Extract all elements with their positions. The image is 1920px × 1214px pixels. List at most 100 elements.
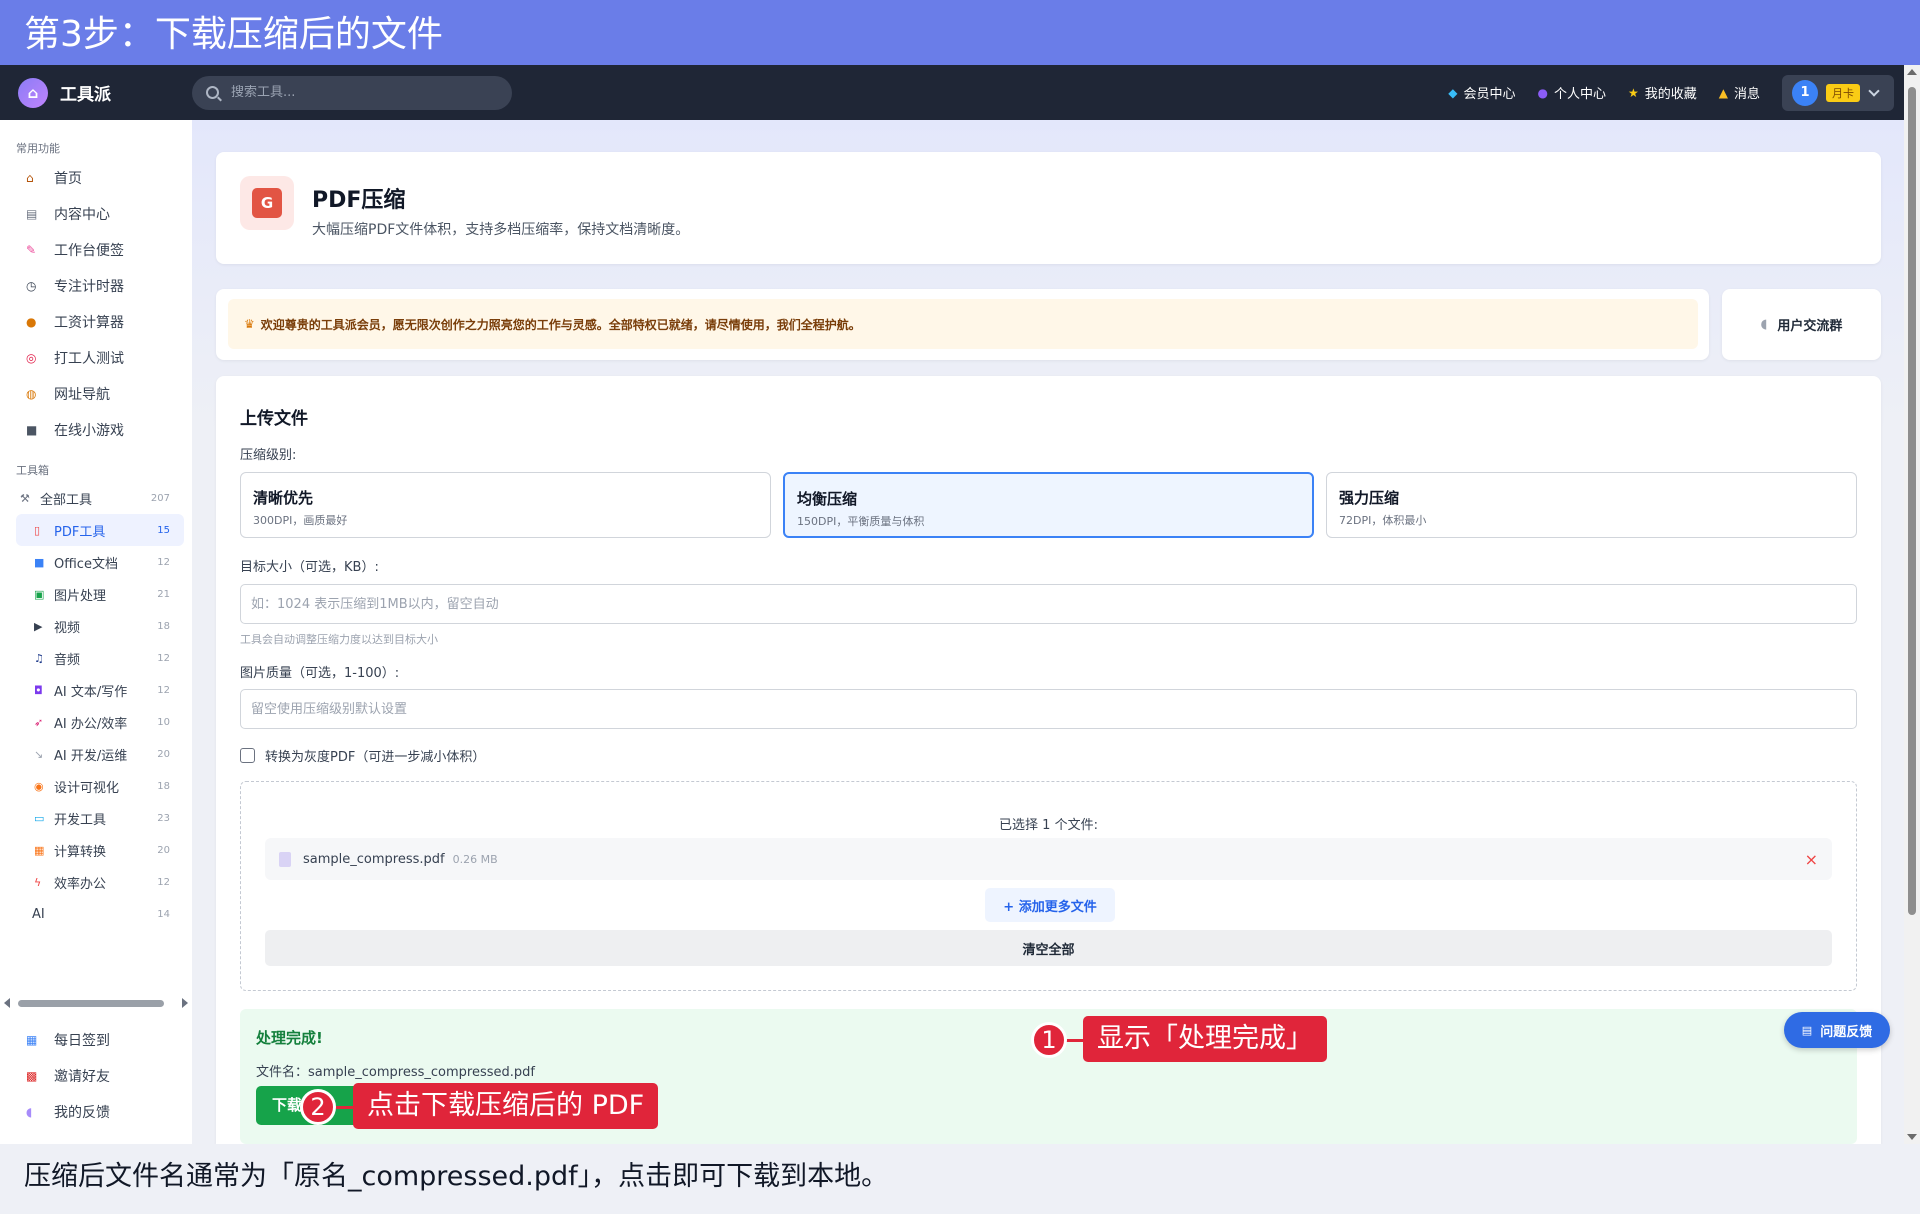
sidebar-tool-image[interactable]: ▣ 图片处理 21 xyxy=(16,578,184,610)
step-title: 第3步：下载压缩后的文件 xyxy=(24,14,443,55)
bell-icon: ▲ xyxy=(1718,85,1728,100)
top-nav: ⌂ 工具派 ◆ 会员中心 ● 个人中心 ★ 我的收藏 ▲ 消息 1 月卡 xyxy=(0,65,1920,120)
user-group-button[interactable]: ◖ 用户交流群 xyxy=(1722,289,1881,360)
sidebar-item-invite[interactable]: ▩ 邀请好友 xyxy=(0,1058,192,1094)
avatar: 1 xyxy=(1792,79,1818,106)
sidebar-item-worker-test[interactable]: ◎ 打工人测试 xyxy=(0,340,192,376)
file-name: sample_compress.pdf xyxy=(303,851,445,867)
scrollbar-thumb[interactable] xyxy=(1908,87,1916,915)
sidebar-tool-video[interactable]: ▶ 视频 18 xyxy=(16,610,184,642)
nav-link-label: 消息 xyxy=(1733,87,1760,102)
palette-icon: ◉ xyxy=(34,779,44,793)
sidebar-tool-count: 12 xyxy=(157,556,170,568)
nav-profile[interactable]: ● 个人中心 xyxy=(1537,83,1606,103)
logo-icon: ⌂ xyxy=(18,77,48,108)
grayscale-option[interactable]: 转换为灰度PDF（可进一步减小体积） xyxy=(240,746,485,765)
level-desc: 72DPI，体积最小 xyxy=(1339,514,1427,527)
rocket-icon: ➶ xyxy=(34,715,44,729)
sidebar-tool-count: 20 xyxy=(157,748,170,760)
sidebar-item-content[interactable]: ▤ 内容中心 xyxy=(0,196,192,232)
sidebar-tool-pdf[interactable]: ▯ PDF工具 15 xyxy=(16,514,184,546)
sidebar-item-label: 每日签到 xyxy=(54,1033,110,1049)
brand[interactable]: ⌂ 工具派 xyxy=(18,77,190,108)
grayscale-checkbox[interactable] xyxy=(240,748,255,763)
callout-label: 显示「处理完成」 xyxy=(1083,1016,1327,1062)
sidebar-tool-label: PDF工具 xyxy=(54,524,106,540)
level-option-balanced[interactable]: 均衡压缩 150DPI，平衡质量与体积 xyxy=(783,472,1314,538)
target-size-input[interactable] xyxy=(240,584,1857,624)
sidebar-tool-dev[interactable]: ▭ 开发工具 23 xyxy=(16,802,184,834)
file-size: 0.26 MB xyxy=(452,852,498,866)
document-icon: ▤ xyxy=(1801,1023,1813,1037)
link-icon: ◍ xyxy=(26,387,37,401)
file-dropzone[interactable]: 已选择 1 个文件: sample_compress.pdf 0.26 MB ×… xyxy=(240,781,1857,991)
sidebar-tool-convert[interactable]: ▦ 计算转换 20 xyxy=(16,834,184,866)
sidebar-tool-label: 开发工具 xyxy=(54,812,107,828)
sidebar-tool-ai-office[interactable]: ➶ AI 办公/效率 10 xyxy=(16,706,184,738)
level-desc: 300DPI，画质最好 xyxy=(253,514,348,527)
level-option-clear[interactable]: 清晰优先 300DPI，画质最好 xyxy=(240,472,771,538)
sidebar-item-salary[interactable]: ● 工资计算器 xyxy=(0,304,192,340)
sidebar-tool-count: 18 xyxy=(157,620,170,632)
sidebar-tool-ai-writing[interactable]: ◘ AI 文本/写作 12 xyxy=(16,674,184,706)
sidebar-tool-ai[interactable]: AI 14 xyxy=(16,898,184,930)
image-icon: ▣ xyxy=(34,587,45,601)
search-input[interactable] xyxy=(231,85,491,100)
nav-link-label: 会员中心 xyxy=(1463,87,1516,102)
nav-messages[interactable]: ▲ 消息 xyxy=(1718,83,1760,103)
sidebar-tool-count: 23 xyxy=(157,812,170,824)
sidebar-item-notes[interactable]: ✎ 工作台便签 xyxy=(0,232,192,268)
sidebar-item-label: 内容中心 xyxy=(54,207,110,223)
sidebar-tool-label: 效率办公 xyxy=(54,876,107,892)
tools-icon: ⚒ xyxy=(20,491,30,505)
sidebar-section-tools: 工具箱 xyxy=(16,464,49,477)
scrollbar-thumb[interactable] xyxy=(18,1000,164,1007)
sidebar-tool-efficiency[interactable]: ϟ 效率办公 12 xyxy=(16,866,184,898)
sidebar-tool-count: 12 xyxy=(157,684,170,696)
sidebar-item-feedback[interactable]: ◖ 我的反馈 xyxy=(0,1094,192,1130)
clear-all-button[interactable]: 清空全部 xyxy=(265,930,1832,966)
welcome-card: ♛ 欢迎尊贵的工具派会员，愿无限次创作之力照亮您的工作与灵感。全部特权已就绪，请… xyxy=(216,289,1709,360)
add-more-files-button[interactable]: + 添加更多文件 xyxy=(985,888,1115,922)
news-icon: ▤ xyxy=(26,207,38,221)
page-description: 大幅压缩PDF文件体积，支持多档压缩率，保持文档清晰度。 xyxy=(312,222,690,238)
nav-favorites[interactable]: ★ 我的收藏 xyxy=(1628,83,1697,103)
sidebar-item-nav[interactable]: ◍ 网址导航 xyxy=(0,376,192,412)
sidebar-item-label: 工资计算器 xyxy=(54,315,124,331)
section-title: 上传文件 xyxy=(240,409,308,429)
sidebar-tool-count: 207 xyxy=(150,492,170,504)
sidebar-tool-label: 全部工具 xyxy=(40,492,93,508)
chat-icon: ◖ xyxy=(26,1105,33,1119)
user-menu[interactable]: 1 月卡 xyxy=(1782,74,1894,111)
sidebar-item-checkin[interactable]: ▦ 每日签到 xyxy=(0,1022,192,1058)
feedback-float-button[interactable]: ▤ 问题反馈 xyxy=(1784,1012,1890,1048)
sidebar-tool-office[interactable]: ■ Office文档 12 xyxy=(16,546,184,578)
sidebar-tool-audio[interactable]: ♫ 音频 12 xyxy=(16,642,184,674)
level-option-strong[interactable]: 强力压缩 72DPI，体积最小 xyxy=(1326,472,1857,538)
sidebar-scrollbar[interactable] xyxy=(4,997,188,1009)
sidebar-tool-ai-dev[interactable]: ↘ AI 开发/运维 20 xyxy=(16,738,184,770)
sidebar-item-timer[interactable]: ◷ 专注计时器 xyxy=(0,268,192,304)
image-quality-input[interactable] xyxy=(240,689,1857,729)
nav-vip-center[interactable]: ◆ 会员中心 xyxy=(1448,83,1516,103)
level-desc: 150DPI，平衡质量与体积 xyxy=(797,515,925,528)
level-title: 强力压缩 xyxy=(1339,489,1400,507)
chat-icon: ◖ xyxy=(1760,317,1768,332)
sidebar-item-label: 工作台便签 xyxy=(54,243,124,259)
scroll-up-icon[interactable] xyxy=(1907,69,1917,75)
money-bag-icon: ● xyxy=(26,315,37,329)
memo-icon: ✎ xyxy=(26,243,37,257)
scroll-down-icon[interactable] xyxy=(1907,1134,1917,1140)
scroll-left-icon[interactable] xyxy=(4,998,10,1008)
page-scrollbar[interactable] xyxy=(1904,65,1920,1144)
sidebar-item-label: 专注计时器 xyxy=(54,279,124,295)
sidebar-tool-count: 15 xyxy=(157,524,170,536)
search-box[interactable] xyxy=(192,75,512,110)
remove-file-icon[interactable]: × xyxy=(1805,850,1818,869)
sidebar-item-games[interactable]: ■ 在线小游戏 xyxy=(0,412,192,448)
calendar-icon: ▦ xyxy=(26,1033,38,1047)
scroll-right-icon[interactable] xyxy=(182,998,188,1008)
sidebar-item-home[interactable]: ⌂ 首页 xyxy=(0,160,192,196)
sidebar-tool-all[interactable]: ⚒ 全部工具 207 xyxy=(16,482,184,514)
sidebar-tool-design[interactable]: ◉ 设计可视化 18 xyxy=(16,770,184,802)
